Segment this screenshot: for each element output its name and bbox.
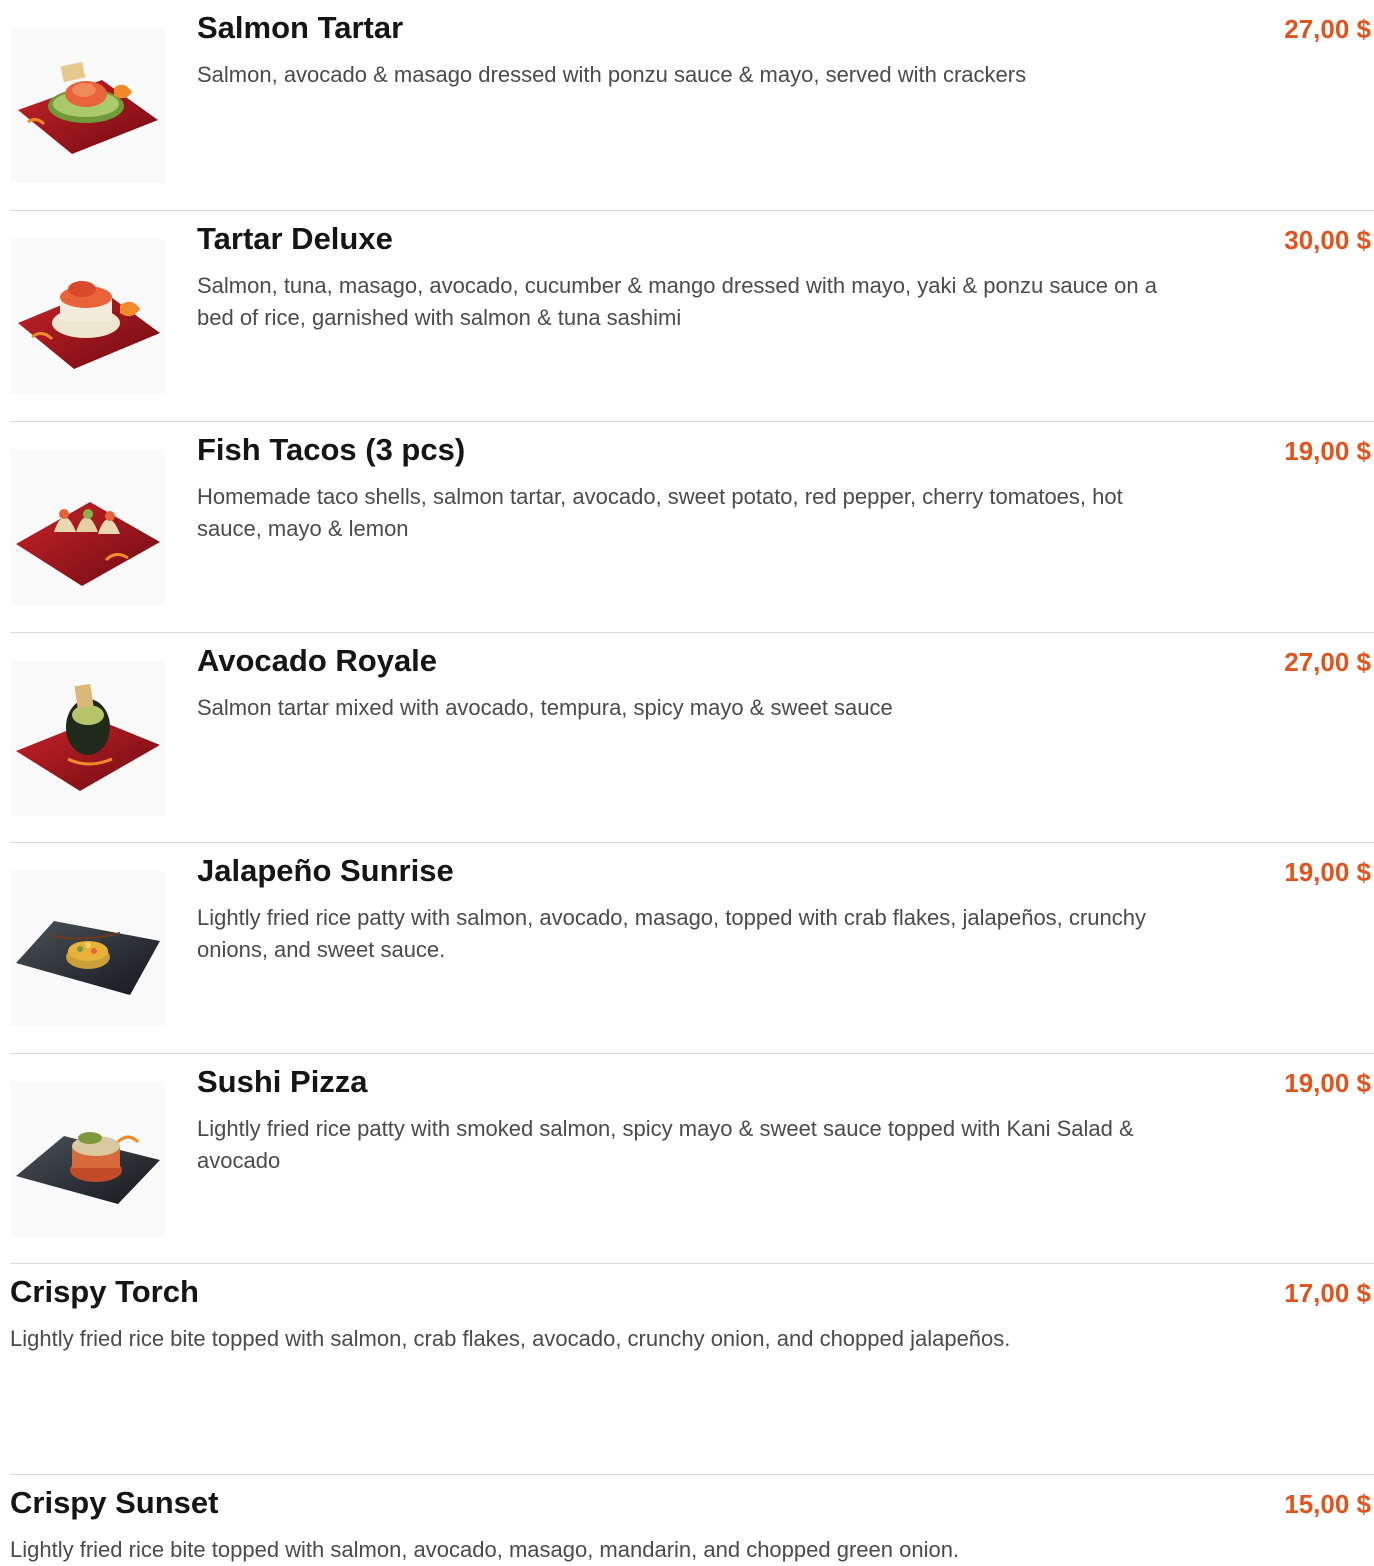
item-title: Sushi Pizza xyxy=(197,1064,368,1099)
item-title: Salmon Tartar xyxy=(197,10,404,45)
item-price: 30,00 $ xyxy=(1284,225,1371,255)
dish-photo-sushi-pizza xyxy=(10,1082,165,1237)
dish-photo-tartar-deluxe xyxy=(10,239,165,394)
item-description: Salmon tartar mixed with avocado, tempur… xyxy=(197,695,893,720)
item-price: 17,00 $ xyxy=(1284,1278,1371,1308)
item-description: Lightly fried rice patty with smoked sal… xyxy=(197,1116,1134,1173)
item-price: 19,00 $ xyxy=(1284,1068,1371,1098)
item-price: 19,00 $ xyxy=(1284,436,1371,466)
menu-item[interactable]: Avocado Royale Salmon tartar mixed with … xyxy=(0,633,1374,843)
item-title: Crispy Sunset xyxy=(10,1485,219,1520)
item-title: Tartar Deluxe xyxy=(197,221,393,256)
dish-photo-jalapeno-sunrise xyxy=(10,871,165,1026)
menu-item[interactable]: Salmon Tartar Salmon, avocado & masago d… xyxy=(0,0,1374,210)
menu-item[interactable]: Jalapeño Sunrise Lightly fried rice patt… xyxy=(0,843,1374,1053)
item-price: 27,00 $ xyxy=(1284,14,1371,44)
menu-list: Salmon Tartar Salmon, avocado & masago d… xyxy=(0,0,1374,1566)
item-price: 27,00 $ xyxy=(1284,647,1371,677)
dish-photo-avocado-royale xyxy=(10,661,165,816)
item-description: Lightly fried rice patty with salmon, av… xyxy=(197,905,1146,962)
menu-item[interactable]: Tartar Deluxe Salmon, tuna, masago, avoc… xyxy=(0,211,1374,421)
item-description: Salmon, tuna, masago, avocado, cucumber … xyxy=(197,273,1157,330)
menu-item[interactable]: Fish Tacos (3 pcs) Homemade taco shells,… xyxy=(0,422,1374,632)
item-title: Fish Tacos (3 pcs) xyxy=(197,432,466,467)
menu-item[interactable]: Crispy Torch Lightly fried rice bite top… xyxy=(0,1264,1374,1474)
dish-photo-salmon-tartar xyxy=(10,28,165,183)
item-price: 15,00 $ xyxy=(1284,1489,1371,1519)
item-description: Salmon, avocado & masago dressed with po… xyxy=(197,62,1027,87)
menu-item[interactable]: Crispy Sunset Lightly fried rice bite to… xyxy=(0,1475,1374,1566)
item-description: Lightly fried rice bite topped with salm… xyxy=(10,1326,1011,1351)
item-title: Avocado Royale xyxy=(197,643,438,678)
item-title: Jalapeño Sunrise xyxy=(197,853,454,888)
menu-item[interactable]: Sushi Pizza Lightly fried rice patty wit… xyxy=(0,1054,1374,1264)
item-price: 19,00 $ xyxy=(1284,857,1371,887)
item-description: Lightly fried rice bite topped with salm… xyxy=(10,1537,960,1562)
dish-photo-fish-tacos xyxy=(10,450,165,605)
item-description: Homemade taco shells, salmon tartar, avo… xyxy=(197,484,1123,541)
item-title: Crispy Torch xyxy=(10,1274,199,1309)
